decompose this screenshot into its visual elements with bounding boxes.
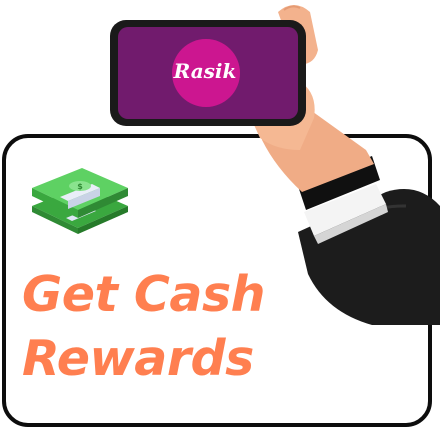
svg-text:$: $	[77, 182, 83, 191]
headline: Get Cash Rewards	[22, 263, 266, 391]
money-stack-icon: $	[32, 168, 128, 234]
headline-line-2: Rewards	[22, 330, 254, 387]
app-logo-text: Rasik	[173, 59, 237, 83]
headline-line-1: Get Cash	[22, 266, 266, 323]
